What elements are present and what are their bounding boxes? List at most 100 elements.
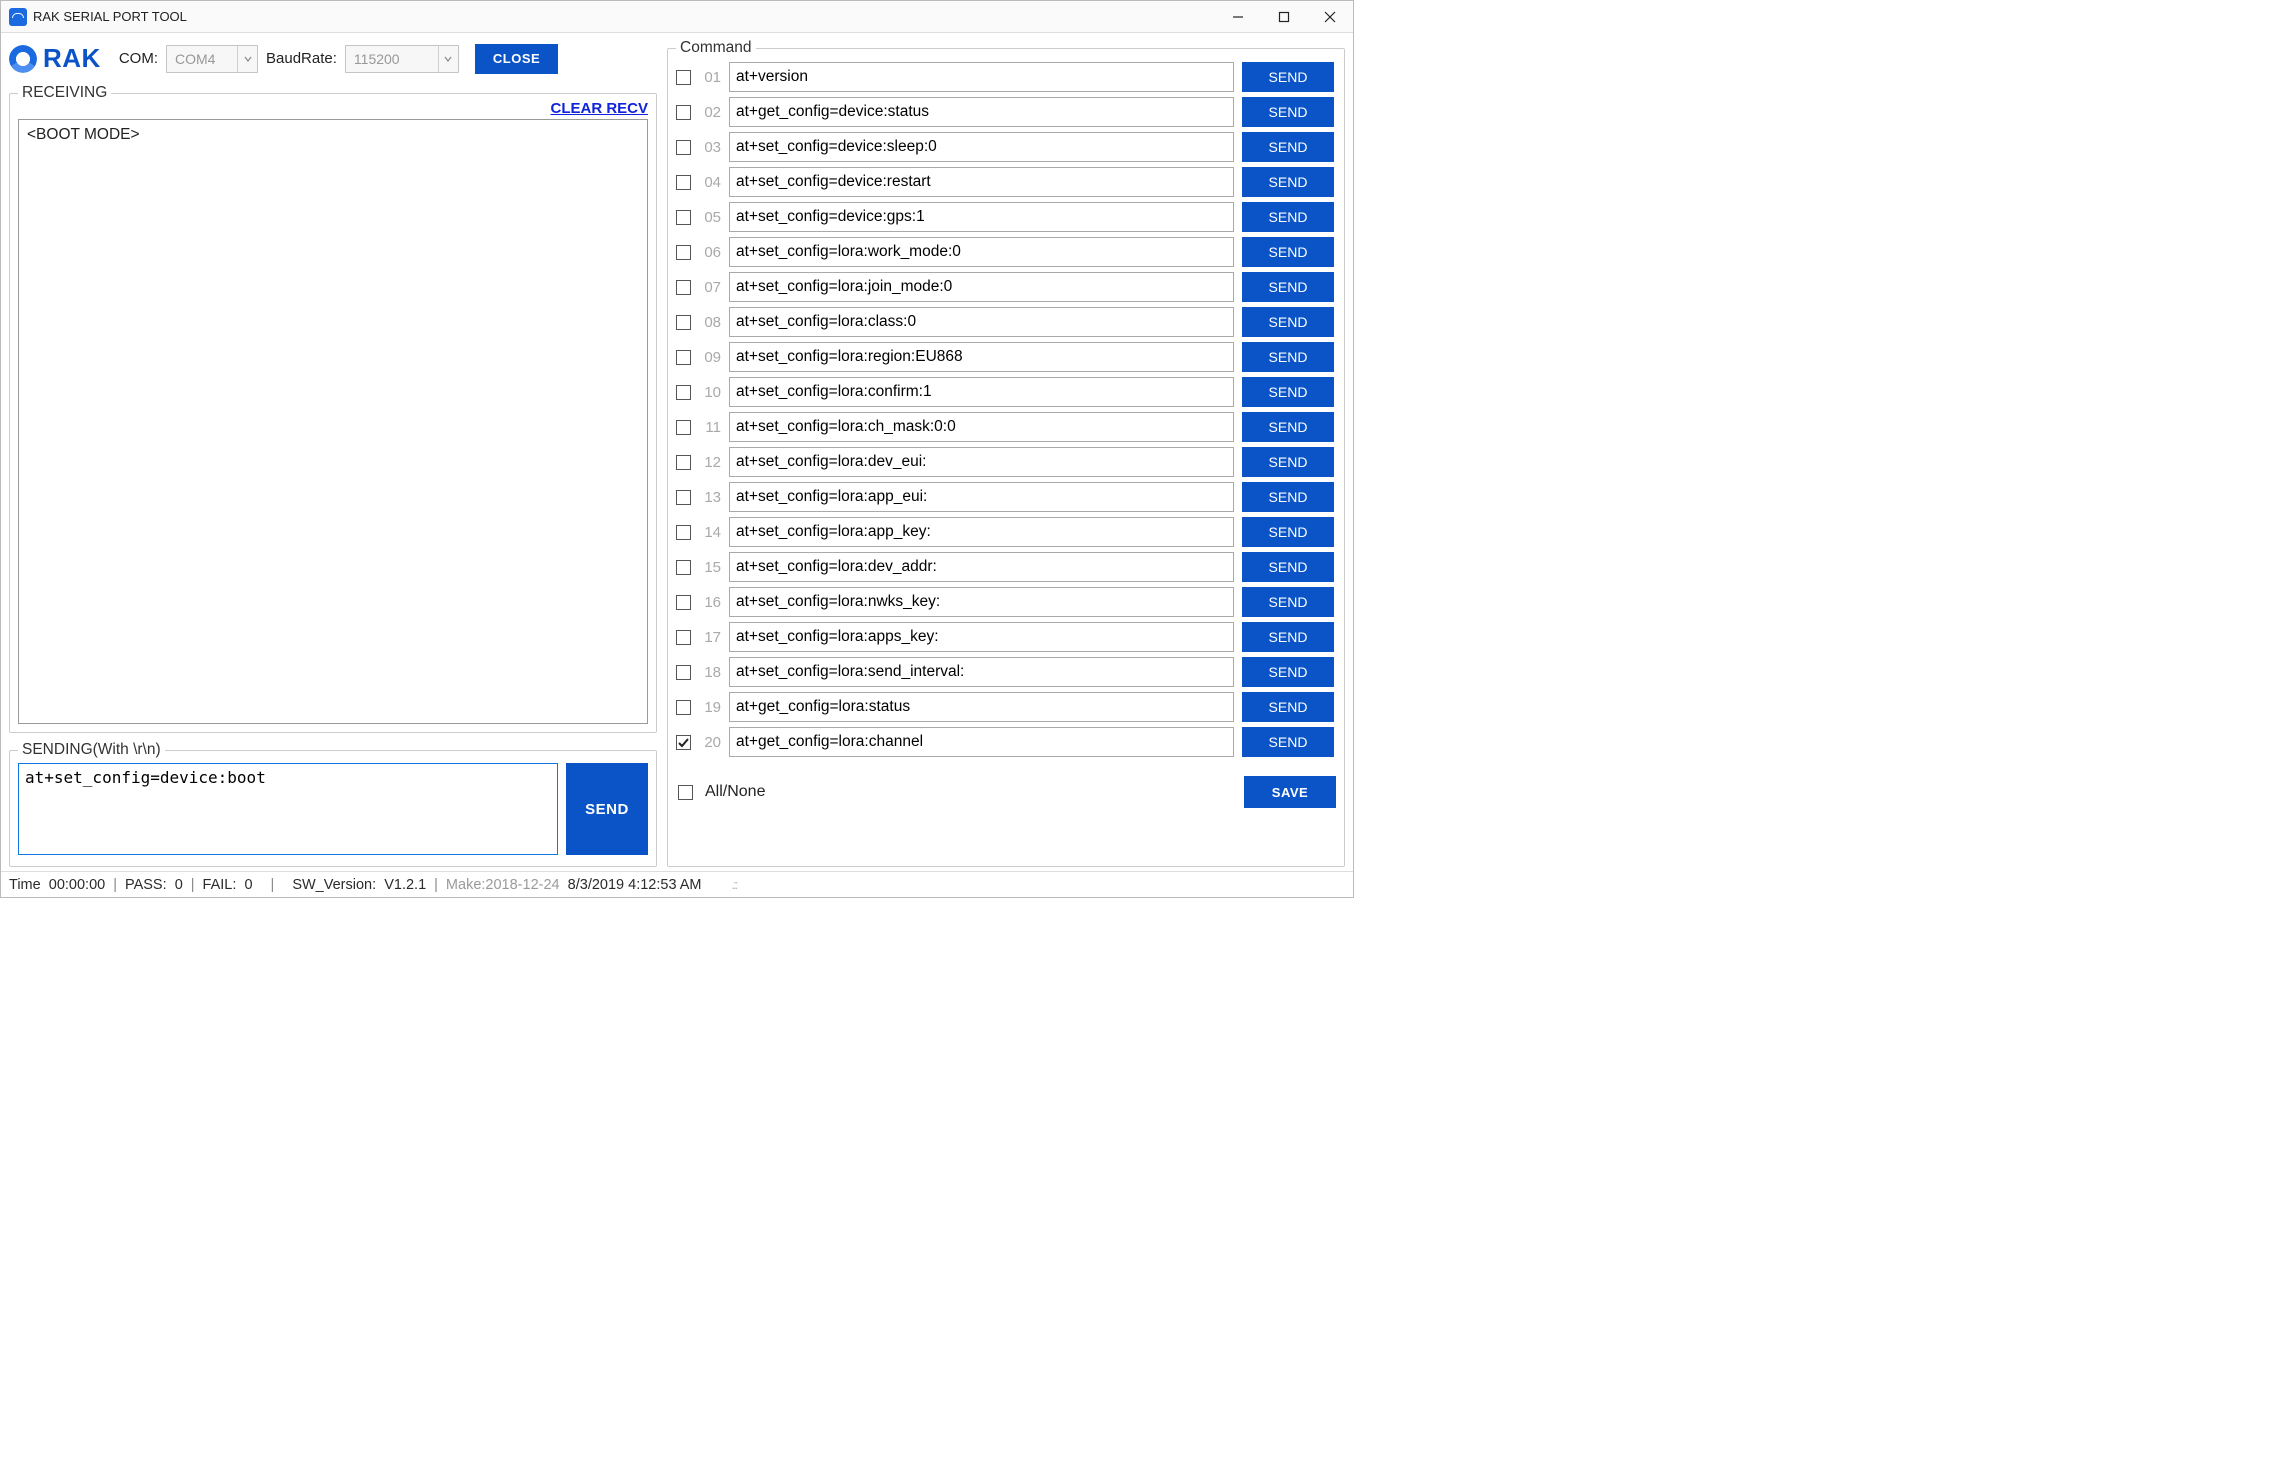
baudrate-value: 115200 (354, 51, 400, 67)
command-row: 14SEND (676, 516, 1334, 548)
command-row-checkbox[interactable] (676, 70, 691, 85)
send-button[interactable]: SEND (566, 763, 648, 855)
command-row-input[interactable] (729, 692, 1234, 722)
com-port-select[interactable]: COM4 (166, 45, 258, 73)
command-row-input[interactable] (729, 657, 1234, 687)
command-row-checkbox[interactable] (676, 560, 691, 575)
command-row-checkbox[interactable] (676, 525, 691, 540)
status-make-value: 2018-12-24 (485, 877, 559, 893)
command-row: 12 SEND (676, 446, 1334, 478)
command-row-send-button[interactable]: SEND (1242, 237, 1334, 267)
baudrate-select[interactable]: 115200 (345, 45, 459, 73)
command-row-input[interactable] (729, 342, 1234, 372)
command-row-checkbox[interactable] (676, 700, 691, 715)
command-row-send-button[interactable]: SEND (1242, 342, 1334, 372)
right-column: Command 01SEND02SEND03SEND04SEND05SEND06… (667, 39, 1345, 867)
command-row-input[interactable] (729, 272, 1234, 302)
command-row-send-button[interactable]: SEND (1242, 97, 1334, 127)
maximize-button[interactable] (1261, 1, 1307, 33)
command-row-checkbox[interactable] (676, 350, 691, 365)
command-row: 10SEND (676, 376, 1334, 408)
command-row-checkbox[interactable] (676, 630, 691, 645)
command-row-number: 13 (699, 489, 721, 506)
command-row-input[interactable] (729, 167, 1234, 197)
command-row-input[interactable] (729, 552, 1234, 582)
command-row-input[interactable] (729, 447, 1234, 477)
command-row: 17SEND (676, 621, 1334, 653)
app-window: RAK SERIAL PORT TOOL RAK COM: COM4 (0, 0, 1354, 898)
command-row-send-button[interactable]: SEND (1242, 482, 1334, 512)
com-label: COM: (119, 50, 158, 67)
left-column: RAK COM: COM4 BaudRate: 115200 CLOSE REC… (9, 39, 657, 867)
command-row-checkbox[interactable] (676, 175, 691, 190)
command-row-checkbox[interactable] (676, 595, 691, 610)
status-fail-value: 0 (244, 877, 252, 893)
command-row-input[interactable] (729, 62, 1234, 92)
command-row-number: 18 (699, 664, 721, 681)
command-row-send-button[interactable]: SEND (1242, 447, 1334, 477)
logo-text: RAK (43, 43, 101, 74)
command-row-input[interactable] (729, 482, 1234, 512)
command-row-input[interactable] (729, 307, 1234, 337)
maximize-icon (1278, 11, 1290, 23)
command-row-input[interactable] (729, 587, 1234, 617)
command-row-send-button[interactable]: SEND (1242, 552, 1334, 582)
command-row-checkbox[interactable] (676, 735, 691, 750)
receiving-textbox[interactable]: <BOOT MODE> (18, 119, 648, 724)
command-row-send-button[interactable]: SEND (1242, 62, 1334, 92)
command-row-checkbox[interactable] (676, 245, 691, 260)
status-fail-label: FAIL: (203, 877, 237, 893)
resize-grip-icon[interactable]: .:: (731, 877, 736, 892)
command-row-input[interactable] (729, 97, 1234, 127)
command-row-checkbox[interactable] (676, 210, 691, 225)
command-row-send-button[interactable]: SEND (1242, 727, 1334, 757)
all-none-checkbox[interactable] (678, 785, 693, 800)
command-row: 03 SEND (676, 131, 1334, 163)
command-row-send-button[interactable]: SEND (1242, 517, 1334, 547)
command-row-number: 15 (699, 559, 721, 576)
command-row-checkbox[interactable] (676, 280, 691, 295)
command-row-number: 03 (699, 139, 721, 156)
command-row-checkbox[interactable] (676, 420, 691, 435)
command-row-input[interactable] (729, 377, 1234, 407)
command-row-send-button[interactable]: SEND (1242, 307, 1334, 337)
minimize-button[interactable] (1215, 1, 1261, 33)
command-row-send-button[interactable]: SEND (1242, 272, 1334, 302)
minimize-icon (1232, 11, 1244, 23)
command-row-input[interactable] (729, 412, 1234, 442)
all-none-label: All/None (705, 783, 765, 801)
command-row-send-button[interactable]: SEND (1242, 202, 1334, 232)
command-row: 20SEND (676, 726, 1334, 758)
command-row-input[interactable] (729, 237, 1234, 267)
command-row-send-button[interactable]: SEND (1242, 622, 1334, 652)
command-row-input[interactable] (729, 727, 1234, 757)
command-row-input[interactable] (729, 517, 1234, 547)
command-row-send-button[interactable]: SEND (1242, 132, 1334, 162)
command-row: 15 SEND (676, 551, 1334, 583)
command-row-checkbox[interactable] (676, 490, 691, 505)
command-row-checkbox[interactable] (676, 665, 691, 680)
clear-recv-link[interactable]: CLEAR RECV (550, 100, 648, 117)
command-row-checkbox[interactable] (676, 315, 691, 330)
command-row-send-button[interactable]: SEND (1242, 167, 1334, 197)
command-row-checkbox[interactable] (676, 105, 691, 120)
command-row-input[interactable] (729, 202, 1234, 232)
command-row-number: 12 (699, 454, 721, 471)
command-row: 11SEND (676, 411, 1334, 443)
command-row-send-button[interactable]: SEND (1242, 377, 1334, 407)
command-row-send-button[interactable]: SEND (1242, 412, 1334, 442)
command-row-checkbox[interactable] (676, 140, 691, 155)
sending-legend: SENDING(With \r\n) (18, 741, 165, 759)
command-row-send-button[interactable]: SEND (1242, 587, 1334, 617)
close-port-button[interactable]: CLOSE (475, 44, 558, 74)
sending-input[interactable]: at+set_config=device:boot (18, 763, 558, 855)
command-row: 05SEND (676, 201, 1334, 233)
save-button[interactable]: SAVE (1244, 776, 1336, 808)
command-row-input[interactable] (729, 622, 1234, 652)
close-window-button[interactable] (1307, 1, 1353, 33)
command-row-input[interactable] (729, 132, 1234, 162)
command-row-send-button[interactable]: SEND (1242, 692, 1334, 722)
command-row-checkbox[interactable] (676, 385, 691, 400)
command-row-send-button[interactable]: SEND (1242, 657, 1334, 687)
command-row-checkbox[interactable] (676, 455, 691, 470)
